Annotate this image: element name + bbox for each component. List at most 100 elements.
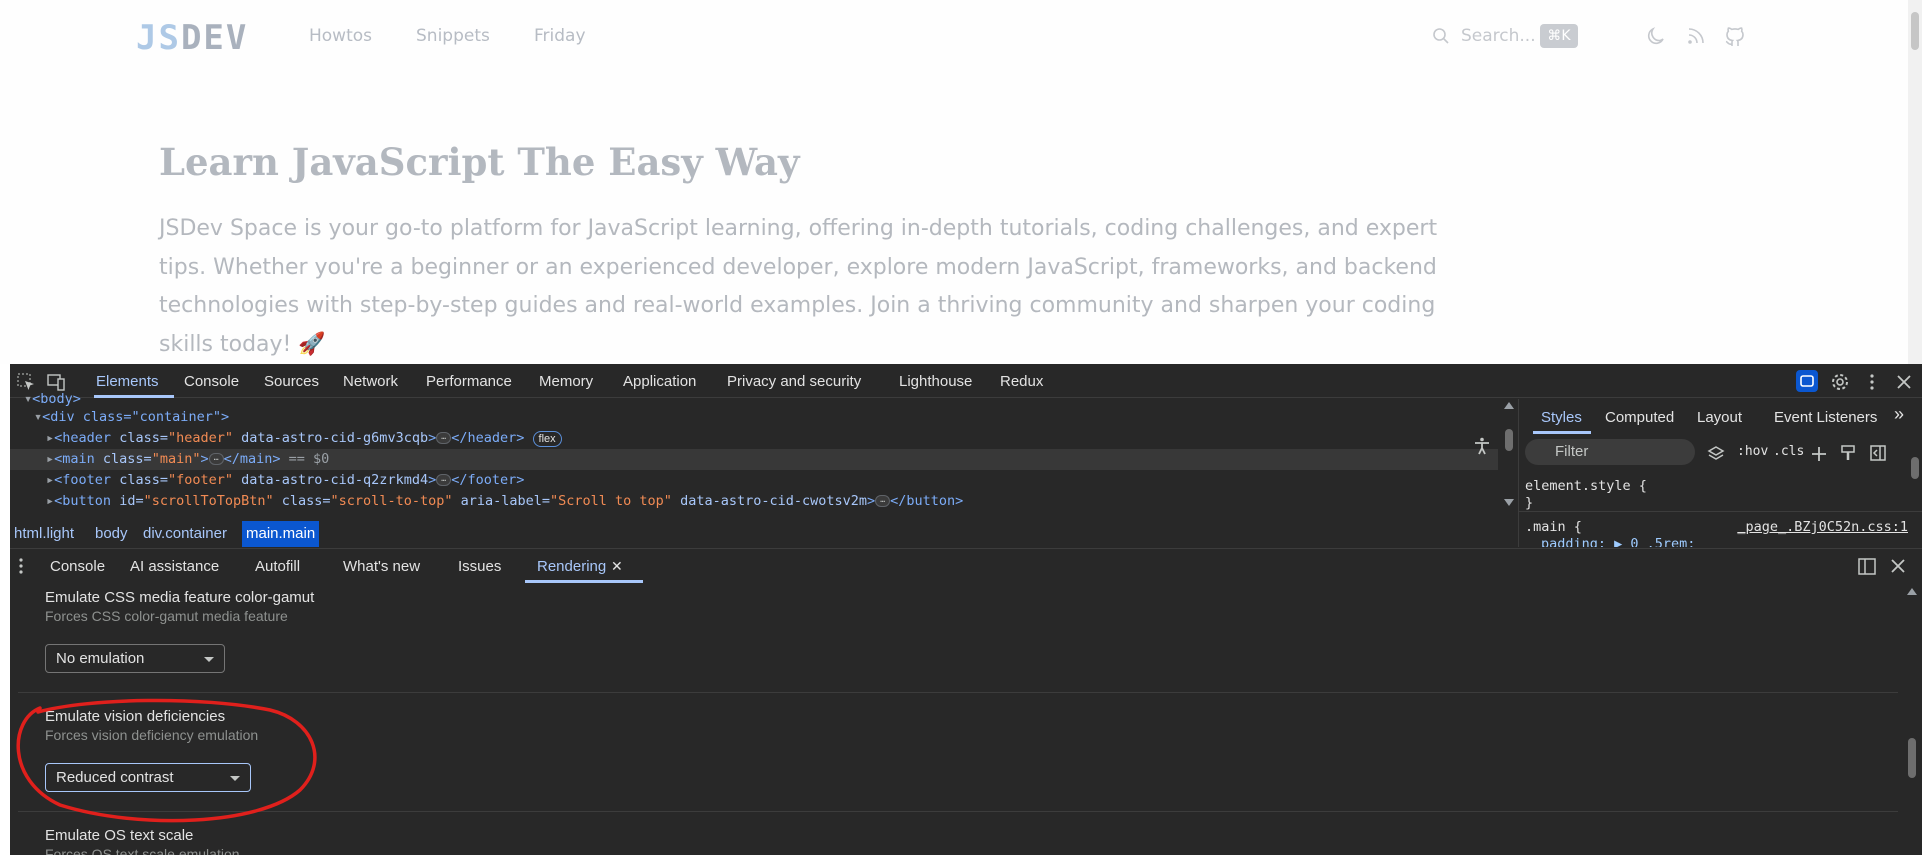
flex-badge[interactable]: flex [532, 431, 562, 447]
rendering-panel: Emulate CSS media feature color-gamut Fo… [10, 582, 1922, 855]
breadcrumb-div-container[interactable]: div.container [139, 521, 231, 547]
chevron-down-icon [204, 657, 214, 662]
devtools-panel: Elements Console Sources Network Perform… [10, 364, 1922, 855]
dom-node-button[interactable]: ▸<button id="scrollToTopBtn" class="scro… [10, 491, 1498, 512]
page-scroll-thumb[interactable] [1911, 12, 1919, 50]
search-icon[interactable] [1432, 27, 1450, 45]
close-rendering-tab-icon[interactable]: ✕ [611, 558, 623, 575]
class-toggle-button[interactable]: .cls [1773, 444, 1804, 459]
tab-computed[interactable]: Computed [1605, 409, 1674, 426]
page-scrollbar[interactable] [1908, 0, 1922, 364]
page-lead-paragraph: JSDev Space is your go-to platform for J… [159, 216, 1438, 357]
drawer-menu-icon[interactable] [18, 557, 24, 575]
collapsed-ellipsis[interactable]: … [436, 474, 452, 486]
nav-snippets[interactable]: Snippets [416, 26, 490, 46]
hover-state-button[interactable]: :hov [1737, 444, 1768, 459]
scroll-up-arrow-icon[interactable] [1907, 587, 1917, 595]
dom-tree[interactable]: ▾<body> ▾<div class="container"> ▸<heade… [10, 391, 1518, 512]
drawer-tab-autofill[interactable]: Autofill [255, 558, 300, 575]
os-text-scale-title: Emulate OS text scale [45, 827, 194, 844]
stylesheet-source-link[interactable]: _page_.BZj0C52n.css:1 [1737, 519, 1908, 535]
element-style-rule[interactable]: element.style { [1525, 478, 1647, 494]
scroll-down-arrow-icon[interactable] [1504, 499, 1514, 507]
rendering-scroll-thumb[interactable] [1908, 738, 1916, 778]
dom-node-footer[interactable]: ▸<footer class="footer" data-astro-cid-q… [10, 470, 1498, 491]
chevron-down-icon [230, 776, 240, 781]
tab-layout[interactable]: Layout [1697, 409, 1742, 426]
dom-node-main-selected[interactable]: ▸<main class="main">… </main> == $0 [10, 449, 1498, 470]
scroll-up-arrow-icon[interactable] [1504, 401, 1514, 409]
page-title: Learn JavaScript The Easy Way [159, 140, 800, 184]
rss-icon[interactable] [1685, 25, 1707, 47]
drawer-tab-rendering[interactable]: Rendering [537, 558, 606, 575]
drawer-tab-issues[interactable]: Issues [458, 558, 501, 575]
tab-console[interactable]: Console [184, 373, 239, 390]
dom-tree-scroll-thumb[interactable] [1505, 429, 1513, 451]
collapsed-ellipsis[interactable]: … [436, 432, 452, 444]
drawer-tabbar: Console AI assistance Autofill What's ne… [10, 548, 1922, 583]
breadcrumb-main[interactable]: main.main [242, 521, 320, 547]
more-tabs-icon[interactable]: » [1894, 404, 1904, 425]
main-rule-property[interactable]: padding: ▶ 0 .5rem; [1541, 536, 1695, 547]
rendering-scrollbar[interactable] [1906, 582, 1918, 855]
moon-icon[interactable] [1645, 25, 1667, 47]
styles-scrollbar[interactable] [1910, 435, 1920, 545]
vision-deficiency-select[interactable]: Reduced contrast [45, 763, 251, 792]
breadcrumb-html[interactable]: html.light [10, 521, 78, 547]
tab-privacy-security[interactable]: Privacy and security [727, 373, 861, 390]
tab-styles[interactable]: Styles [1541, 409, 1582, 426]
toggle-sidebar-icon[interactable] [1869, 444, 1887, 462]
accessibility-tree-icon[interactable] [1472, 436, 1492, 456]
drawer-tab-ai-assistance[interactable]: AI assistance [130, 558, 219, 575]
layers-icon[interactable] [1707, 445, 1725, 463]
collapsed-ellipsis[interactable]: … [875, 495, 891, 507]
tab-elements[interactable]: Elements [96, 373, 159, 390]
nav-friday[interactable]: Friday [534, 26, 586, 46]
github-icon[interactable] [1724, 25, 1746, 47]
tab-redux[interactable]: Redux [1000, 373, 1043, 390]
drawer-tab-console[interactable]: Console [50, 558, 105, 575]
element-style-close: } [1525, 495, 1534, 511]
dom-node-container[interactable]: ▾<div class="container"> [10, 407, 1498, 428]
styles-pane: Styles Computed Layout Event Listeners »… [1518, 399, 1922, 547]
color-gamut-select[interactable]: No emulation [45, 644, 225, 673]
add-rule-icon[interactable] [1809, 444, 1829, 464]
sparkle-icon [1800, 375, 1814, 387]
webpage: JSDEV Howtos Snippets Friday Search... ⌘… [0, 0, 1922, 364]
settings-gear-icon[interactable] [1830, 372, 1850, 392]
rule-divider [1519, 511, 1922, 512]
site-logo[interactable]: JSDEV [136, 18, 248, 58]
paint-brush-icon[interactable] [1839, 444, 1857, 462]
nav-howtos[interactable]: Howtos [309, 26, 372, 46]
tab-network[interactable]: Network [343, 373, 398, 390]
vision-deficiency-description: Forces vision deficiency emulation [45, 727, 259, 743]
drawer-tab-whats-new[interactable]: What's new [343, 558, 420, 575]
close-devtools-icon[interactable] [1894, 372, 1914, 392]
tab-performance[interactable]: Performance [426, 373, 512, 390]
styles-filter-input[interactable]: Filter [1525, 439, 1695, 465]
color-gamut-description: Forces CSS color-gamut media feature [45, 608, 288, 624]
dock-side-icon[interactable] [1858, 558, 1876, 575]
tab-application[interactable]: Application [623, 373, 696, 390]
tab-event-listeners[interactable]: Event Listeners [1774, 409, 1877, 426]
main-rule-selector[interactable]: .main { [1525, 519, 1582, 535]
search-input[interactable]: Search... [1461, 26, 1536, 46]
styles-scroll-thumb[interactable] [1911, 457, 1919, 479]
breadcrumb-body[interactable]: body [91, 521, 132, 547]
tab-memory[interactable]: Memory [539, 373, 593, 390]
tab-lighthouse[interactable]: Lighthouse [899, 373, 972, 390]
search-shortcut-badge: ⌘K [1540, 24, 1578, 48]
dom-node-header[interactable]: ▸<header class="header" data-astro-cid-g… [10, 428, 1498, 449]
vision-deficiency-title: Emulate vision deficiencies [45, 708, 226, 725]
os-text-scale-description: Forces OS text scale emulation [45, 846, 240, 855]
section-divider [18, 811, 1898, 812]
tab-sources[interactable]: Sources [264, 373, 319, 390]
section-divider [18, 692, 1898, 693]
more-options-icon[interactable] [1862, 372, 1882, 392]
close-drawer-icon[interactable] [1890, 558, 1906, 574]
color-gamut-title: Emulate CSS media feature color-gamut [45, 589, 315, 606]
ai-assistance-toggle[interactable] [1796, 370, 1818, 392]
dom-tree-scrollbar[interactable] [1502, 399, 1516, 511]
collapsed-ellipsis[interactable]: … [208, 453, 224, 465]
styles-active-indicator [1533, 431, 1591, 434]
